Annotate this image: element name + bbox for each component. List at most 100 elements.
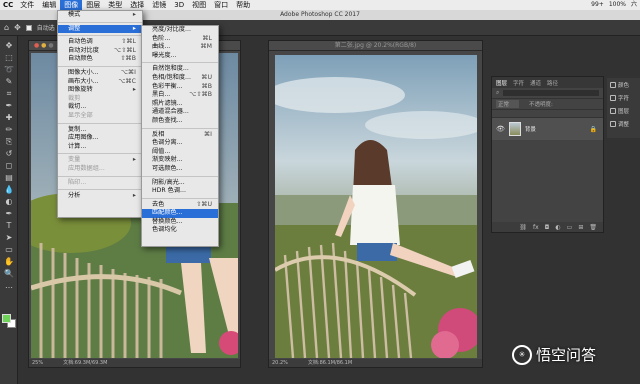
menu-item: 陷印... <box>58 179 142 188</box>
collapsed-panel-button[interactable]: 颜色 <box>607 78 640 91</box>
document-1-zoom[interactable]: 25% <box>32 359 43 367</box>
menu-item[interactable]: 匹配颜色... <box>142 209 218 218</box>
collapsed-panel-button[interactable]: 图层 <box>607 104 640 117</box>
panel-tab[interactable]: 路径 <box>547 79 558 87</box>
menu-item[interactable]: 滤镜 <box>148 0 170 10</box>
eraser-tool-icon[interactable]: ◻ <box>0 160 18 172</box>
status-item[interactable]: 100% <box>609 0 626 10</box>
path-select-tool-icon[interactable]: ➤ <box>0 232 18 244</box>
add-mask-icon[interactable]: ◘ <box>545 224 550 231</box>
menu-item[interactable]: 裁切... <box>58 103 142 112</box>
foreground-color-swatch[interactable] <box>2 314 11 323</box>
link-layers-icon[interactable]: ⛓ <box>519 224 527 231</box>
panel-tab[interactable]: 字符 <box>513 79 524 87</box>
shape-tool-icon[interactable]: ▭ <box>0 244 18 256</box>
menu-item[interactable]: 渐变映射... <box>142 156 218 165</box>
clone-stamp-icon[interactable]: ⎘ <box>0 136 18 148</box>
crop-tool-icon[interactable]: ⌗ <box>0 88 18 100</box>
move-tool-icon[interactable]: ✥ <box>14 23 21 32</box>
status-item[interactable]: 六 <box>631 0 637 10</box>
menu-item[interactable]: 色调分离... <box>142 139 218 148</box>
menu-item[interactable]: 图像大小... ⌥⌘I <box>58 69 142 78</box>
layer-name[interactable]: 背景 <box>525 125 536 133</box>
menu-item[interactable]: HDR 色调... <box>142 187 218 196</box>
home-icon[interactable]: ⌂ <box>4 23 9 32</box>
menu-item[interactable]: 编辑 <box>38 0 60 10</box>
menu-item[interactable]: 自然饱和度... <box>142 65 218 74</box>
blur-tool-icon[interactable]: 💧 <box>0 184 18 196</box>
panel-tab[interactable]: 通道 <box>530 79 541 87</box>
menu-item[interactable]: 调整 ▸ <box>58 24 142 34</box>
menu-item[interactable]: 视图 <box>188 0 210 10</box>
collapsed-panel-button[interactable]: 调整 <box>607 117 640 130</box>
document-2-tab[interactable]: 第二张.jpg @ 20.2%(RGB/8) <box>269 41 482 51</box>
marquee-tool-icon[interactable]: ⬚ <box>0 52 18 64</box>
history-brush-icon[interactable]: ↺ <box>0 148 18 160</box>
menu-item[interactable]: 应用图像... <box>58 134 142 143</box>
menu-item[interactable]: 复制... <box>58 126 142 135</box>
menu-item[interactable]: 自动颜色 ⇧⌘B <box>58 55 142 64</box>
menu-item[interactable]: 曲线... ⌘M <box>142 43 218 52</box>
menu-item[interactable]: 通道混合器... <box>142 108 218 117</box>
collapsed-panel-button[interactable]: 字符 <box>607 91 640 104</box>
document-2-zoom[interactable]: 20.2% <box>272 359 288 367</box>
menu-item[interactable]: 色阶... ⌘L <box>142 35 218 44</box>
eyedropper-tool-icon[interactable]: ✒ <box>0 100 18 112</box>
menu-item[interactable]: 去色 ⇧⌘U <box>142 201 218 210</box>
menu-item[interactable]: 窗口 <box>210 0 232 10</box>
more-tools-icon[interactable]: … <box>0 280 18 292</box>
menu-item[interactable]: 亮度/对比度... <box>142 26 218 35</box>
menu-item-shortcut: ⌘L <box>202 34 212 42</box>
quick-select-tool-icon[interactable]: ✎ <box>0 76 18 88</box>
menu-item[interactable]: 色调均化 <box>142 226 218 235</box>
delete-layer-icon[interactable]: 🗑 <box>589 224 597 231</box>
menu-item[interactable]: 色彩平衡... ⌘B <box>142 83 218 92</box>
menu-item[interactable]: 计算... <box>58 143 142 152</box>
move-tool-icon[interactable]: ✥ <box>0 40 18 52</box>
menu-item[interactable]: 文件 <box>16 0 38 10</box>
menu-separator <box>58 151 142 155</box>
gradient-tool-icon[interactable]: ▤ <box>0 172 18 184</box>
status-item[interactable]: 99+ <box>591 0 604 10</box>
hand-tool-icon[interactable]: ✋ <box>0 256 18 268</box>
new-group-icon[interactable]: ▭ <box>567 224 573 231</box>
menu-item[interactable]: 可选颜色... <box>142 165 218 174</box>
lasso-tool-icon[interactable]: ➰ <box>0 64 18 76</box>
adjustment-layer-icon[interactable]: ◐ <box>555 224 560 231</box>
menu-item[interactable]: 自动色调 ⇧⌘L <box>58 38 142 47</box>
menu-item[interactable]: 色相/饱和度... ⌘U <box>142 74 218 83</box>
menu-item[interactable]: 模式 ▸ <box>58 11 142 20</box>
menu-item[interactable]: 图层 <box>82 0 104 10</box>
blend-mode-select[interactable]: 正常 <box>496 100 520 108</box>
menu-item[interactable]: 画布大小... ⌥⌘C <box>58 78 142 87</box>
visibility-eye-icon[interactable]: 👁 <box>496 125 505 133</box>
menu-item[interactable]: 3D <box>170 0 188 10</box>
menu-item[interactable]: 图像旋转 ▸ <box>58 86 142 95</box>
filter-kind-icon[interactable]: ⌕ <box>496 89 499 97</box>
menu-item[interactable]: 类型 <box>104 0 126 10</box>
healing-brush-icon[interactable]: ✚ <box>0 112 18 124</box>
layer-row-background[interactable]: 👁 背景 🔒 <box>492 118 603 140</box>
document-window-2[interactable]: 第二张.jpg @ 20.2%(RGB/8) 20.2% 文档:86.1M/86… <box>268 40 483 368</box>
menu-item[interactable]: 帮助 <box>232 0 254 10</box>
brush-tool-icon[interactable]: ✏ <box>0 124 18 136</box>
menu-item[interactable]: 分析 ▸ <box>58 192 142 201</box>
app-menu[interactable]: CC <box>0 0 16 10</box>
menu-item-label: 去色 <box>152 200 165 208</box>
menu-item[interactable]: 反相 ⌘I <box>142 131 218 140</box>
menu-item[interactable]: 选择 <box>126 0 148 10</box>
collapsed-panels: 颜色 字符 图层 调整 <box>607 78 640 138</box>
pen-tool-icon[interactable]: ✒ <box>0 208 18 220</box>
menu-item[interactable]: 曝光度... <box>142 52 218 61</box>
menu-item[interactable]: 黑白... ⌥⇧⌘B <box>142 91 218 100</box>
type-tool-icon[interactable]: T <box>0 220 18 232</box>
menu-item[interactable]: 图像 <box>60 0 83 10</box>
menu-item[interactable]: 阴影/高光... <box>142 179 218 188</box>
dodge-tool-icon[interactable]: ◐ <box>0 196 18 208</box>
zoom-tool-icon[interactable]: 🔍 <box>0 268 18 280</box>
menu-item[interactable]: 颜色查找... <box>142 117 218 126</box>
layer-style-icon[interactable]: fx <box>533 224 539 231</box>
panel-tab[interactable]: 图层 <box>496 79 507 87</box>
auto-select-checkbox[interactable] <box>25 24 32 31</box>
new-layer-icon[interactable]: ⊞ <box>578 224 583 231</box>
